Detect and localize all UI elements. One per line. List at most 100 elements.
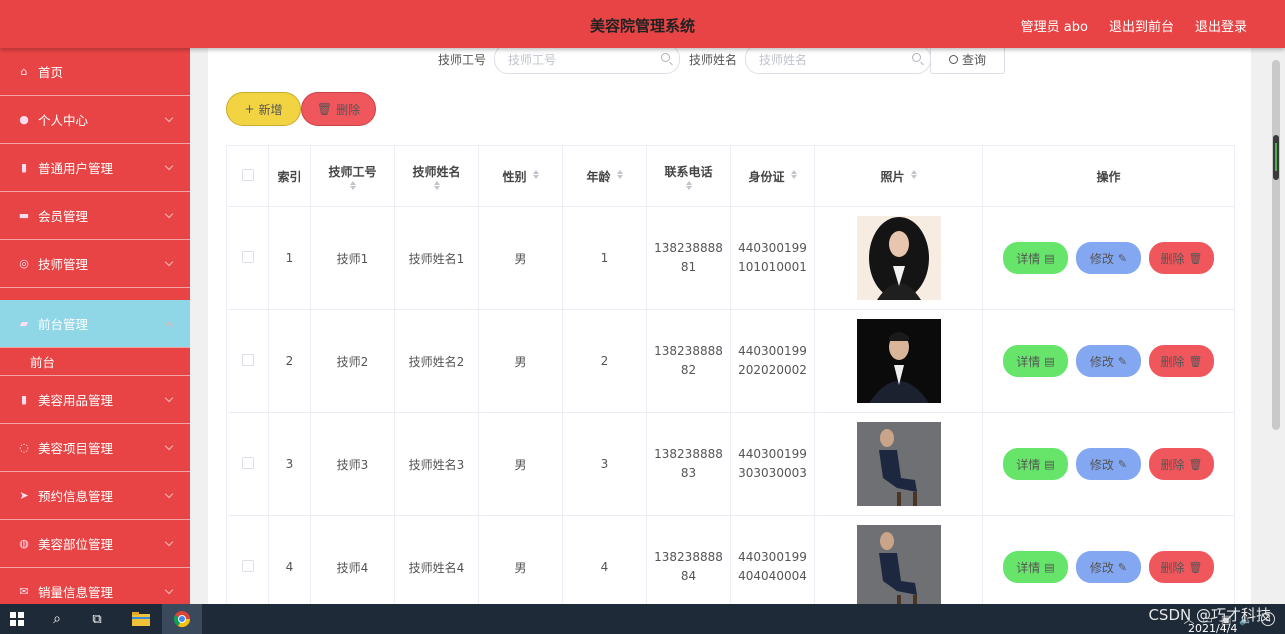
tech-name-placeholder: 技师姓名	[759, 52, 808, 67]
sidebar-item-label: 前台管理	[38, 317, 89, 332]
pencil-icon: ✎	[1117, 354, 1128, 368]
page-scrollbar[interactable]	[1272, 60, 1280, 430]
search-icon	[661, 53, 670, 62]
delete-label: 删除	[1160, 560, 1185, 575]
edit-label: 修改	[1089, 560, 1114, 575]
row-checkbox[interactable]	[241, 559, 254, 572]
phone-line: 138238888	[654, 344, 723, 358]
col-header-tech-id[interactable]: 技师工号	[310, 145, 395, 207]
query-button[interactable]: 查询	[930, 44, 1005, 74]
delete-button[interactable]: 删除 🗑	[1149, 448, 1214, 480]
sidebar-item-beauty-projects[interactable]: ◌ 美容项目管理	[0, 424, 190, 472]
back-to-front-link[interactable]: 退出到前台	[1109, 16, 1174, 35]
sort-icon[interactable]	[616, 170, 623, 179]
table-header-row: 索引 技师工号 技师姓名 性别 年龄 联系电话 身份证 照片 操作	[226, 145, 1235, 207]
sort-icon[interactable]	[433, 180, 440, 190]
top-bar: 美容院管理系统 管理员 abo 退出到前台 退出登录	[0, 0, 1285, 48]
chevron-up-icon	[164, 321, 174, 331]
delete-button[interactable]: 删除 🗑	[1149, 551, 1214, 583]
col-header-photo[interactable]: 照片	[814, 145, 983, 207]
sidebar-subitem-front-desk[interactable]: 前台	[0, 348, 190, 376]
cell-photo	[814, 309, 983, 413]
add-button-label: 新增	[258, 102, 283, 117]
edit-button[interactable]: 修改 ✎	[1076, 448, 1141, 480]
delete-button[interactable]: 删除 🗑	[1149, 242, 1214, 274]
phone-line: 138238888	[654, 550, 723, 564]
sidebar-item-front-desk[interactable]: ▰ 前台管理	[0, 300, 190, 348]
col-header-actions: 操作	[982, 145, 1235, 207]
row-checkbox[interactable]	[241, 353, 254, 366]
document-icon: ▤	[1044, 251, 1055, 265]
sidebar-item-users[interactable]: ▮ 普通用户管理	[0, 144, 190, 192]
col-header-label: 性别	[502, 169, 527, 184]
cell-tech-name: 技师姓名3	[394, 412, 479, 516]
logout-link[interactable]: 退出登录	[1195, 16, 1247, 35]
delete-label: 删除	[1160, 354, 1185, 369]
sidebar-item-home[interactable]: ⌂ 首页	[0, 48, 190, 96]
windows-start-icon[interactable]	[0, 604, 34, 634]
batch-delete-button[interactable]: 🗑 删除	[301, 92, 376, 126]
idcard-line: 440300199	[738, 447, 807, 461]
col-header-phone[interactable]: 联系电话	[646, 145, 731, 207]
cell-age: 3	[562, 412, 647, 516]
sort-icon[interactable]	[790, 170, 797, 179]
tech-id-input[interactable]: 技师工号	[494, 44, 680, 74]
sidebar-item-appointments[interactable]: ➤ 预约信息管理	[0, 472, 190, 520]
sidebar: ⌂ 首页 ● 个人中心 ▮ 普通用户管理 ▬ 会员管理 ◎ 技师管理 ▰ 前台管…	[0, 48, 190, 604]
cell-index: 3	[268, 412, 311, 516]
edit-button[interactable]: 修改 ✎	[1076, 345, 1141, 377]
sidebar-item-label: 美容部位管理	[38, 537, 114, 552]
cell-gender: 男	[478, 309, 563, 413]
sidebar-item-beauty-products[interactable]: ▮ 美容用品管理	[0, 376, 190, 424]
watermark: CSDN @巧才科技	[1148, 606, 1271, 624]
row-checkbox[interactable]	[241, 456, 254, 469]
edit-button[interactable]: 修改 ✎	[1076, 551, 1141, 583]
sidebar-item-personal-center[interactable]: ● 个人中心	[0, 96, 190, 144]
sidebar-item-body-parts[interactable]: ◍ 美容部位管理	[0, 520, 190, 568]
detail-button[interactable]: 详情 ▤	[1003, 242, 1068, 274]
col-header-age[interactable]: 年龄	[562, 145, 647, 207]
search-icon[interactable]: ⌕	[40, 604, 74, 634]
document-icon: ▤	[1044, 560, 1055, 574]
pencil-icon: ✎	[1117, 251, 1128, 265]
edit-button[interactable]: 修改 ✎	[1076, 242, 1141, 274]
detail-button[interactable]: 详情 ▤	[1003, 551, 1068, 583]
sidebar-item-technicians[interactable]: ◎ 技师管理	[0, 240, 190, 288]
scrollbar-thumb[interactable]	[1273, 135, 1279, 180]
technician-photo	[856, 422, 941, 506]
col-header-tech-name[interactable]: 技师姓名	[394, 145, 479, 207]
cell-tech-id: 技师2	[310, 309, 395, 413]
tech-name-label: 技师姓名	[689, 53, 738, 67]
sort-icon[interactable]	[532, 170, 539, 179]
select-all-checkbox[interactable]	[241, 168, 254, 181]
cell-index: 2	[268, 309, 311, 413]
file-explorer-icon[interactable]	[124, 604, 158, 634]
detail-label: 详情	[1016, 251, 1041, 266]
table-row: 2 技师2 技师姓名2 男 2 138238888 82 440300199 202…	[226, 309, 1235, 413]
sidebar-item-sales[interactable]: ✉ 销量信息管理	[0, 568, 190, 604]
sort-icon[interactable]	[685, 180, 692, 190]
chrome-icon[interactable]	[162, 604, 202, 634]
pencil-icon: ✎	[1117, 560, 1128, 574]
add-button[interactable]: + 新增	[226, 92, 301, 126]
col-header-idcard[interactable]: 身份证	[730, 145, 815, 207]
col-header-gender[interactable]: 性别	[478, 145, 563, 207]
delete-button[interactable]: 删除 🗑	[1149, 345, 1214, 377]
task-view-icon[interactable]: ⧉	[80, 604, 114, 634]
sidebar-item-members[interactable]: ▬ 会员管理	[0, 192, 190, 240]
detail-button[interactable]: 详情 ▤	[1003, 345, 1068, 377]
row-checkbox[interactable]	[241, 250, 254, 263]
col-header-label: 照片	[880, 169, 905, 184]
chevron-down-icon	[164, 113, 174, 123]
detail-button[interactable]: 详情 ▤	[1003, 448, 1068, 480]
wallet-icon: ▰	[19, 317, 29, 330]
chevron-down-icon	[164, 257, 174, 267]
aperture-icon: ◌	[19, 441, 29, 454]
sort-icon[interactable]	[910, 170, 917, 179]
col-header-label: 联系电话	[664, 164, 713, 179]
phone-line: 138238888	[654, 241, 723, 255]
sort-icon[interactable]	[349, 180, 356, 190]
cell-photo	[814, 206, 983, 310]
chevron-down-icon	[164, 209, 174, 219]
tech-name-input[interactable]: 技师姓名	[745, 44, 931, 74]
